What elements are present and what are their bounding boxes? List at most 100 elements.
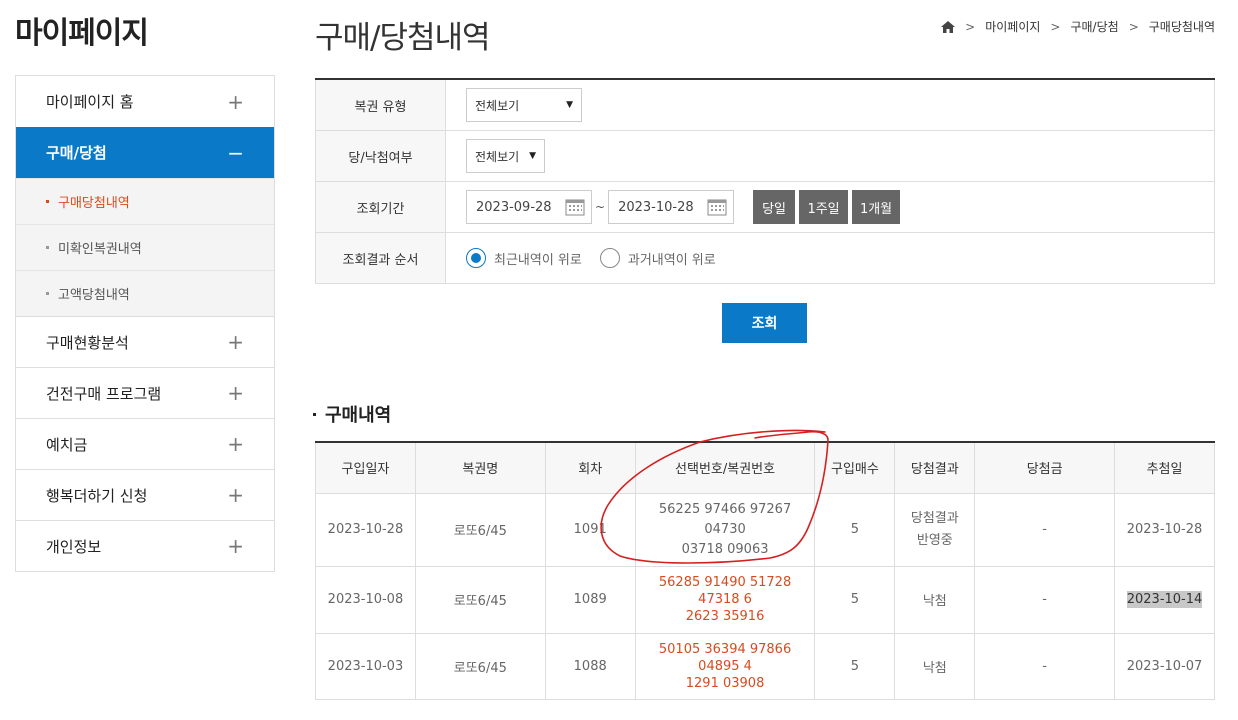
sidebar-item-healthy-program[interactable]: 건전구매 프로그램 + [16, 367, 274, 418]
sidebar-item-label: 개인정보 [46, 537, 102, 556]
numbers-line: 1291 03908 [685, 675, 765, 691]
sidebar-item-label: 구매/당첨 [46, 144, 107, 162]
date-separator: ~ [595, 200, 606, 214]
cell-numbers-link[interactable]: 50105 36394 97866 04895 4 1291 03908 [634, 632, 816, 700]
section-title: 구매내역 [313, 401, 391, 427]
cell-prize: - [974, 632, 1116, 700]
numbers-line: 2623 35916 [685, 609, 765, 624]
form-row-lottery-type: 복권 유형 전체보기 ▼ [315, 80, 1215, 131]
chevron-right-icon: > [1050, 19, 1061, 34]
result-line: 당첨결과 [910, 510, 959, 526]
search-button[interactable]: 조회 [722, 303, 807, 343]
minus-icon: − [227, 140, 244, 165]
plus-icon: + [227, 534, 244, 558]
sidebar-item-label: 구매현황분석 [46, 333, 129, 352]
form-label: 당/낙첨여부 [315, 131, 446, 181]
sidebar-item-personal-info[interactable]: 개인정보 + [16, 520, 274, 571]
table-row: 2023-10-03 로또6/45 1088 50105 36394 97866… [315, 632, 1215, 700]
sidebar-subitem-label: 미확인복권내역 [58, 242, 142, 257]
table-row: 2023-10-08 로또6/45 1089 56285 91490 51728… [315, 565, 1215, 634]
radio-label: 최근내역이 위로 [494, 252, 582, 268]
cell-quantity: 5 [814, 492, 896, 567]
result-line: 반영중 [916, 532, 953, 548]
results-table: 구입일자 복권명 회차 선택번호/복권번호 구입매수 당첨결과 당첨금 추첨일 … [315, 441, 1215, 700]
sidebar-menu: 마이페이지 홈 + 구매/당첨 − 구매당첨내역 미확인복권내역 고액당첨내역 … [15, 75, 275, 572]
column-header: 회차 [544, 442, 636, 494]
bullet-icon [46, 246, 49, 249]
column-header: 복권명 [414, 442, 546, 494]
cell-prize: - [974, 492, 1116, 567]
column-header: 구입일자 [315, 442, 416, 494]
cell-result: 낙첨 [894, 632, 976, 700]
order-recent-radio[interactable]: 최근내역이 위로 [466, 248, 582, 268]
page-title: 구매/당첨내역 [315, 20, 491, 56]
breadcrumb-item[interactable]: 구매/당첨 [1070, 18, 1118, 35]
caret-down-icon: ▼ [529, 151, 536, 161]
table-header-row: 구입일자 복권명 회차 선택번호/복권번호 구입매수 당첨결과 당첨금 추첨일 [315, 442, 1215, 494]
form-label: 조회기간 [315, 182, 446, 232]
end-date-field[interactable]: 2023-10-28 [608, 190, 735, 224]
plus-icon: + [227, 330, 244, 354]
cell-date: 2023-10-08 [315, 565, 416, 634]
column-header: 구입매수 [814, 442, 896, 494]
sidebar-item-purchase-win[interactable]: 구매/당첨 − [16, 127, 274, 178]
numbers-line: 56225 97466 97267 04730 [658, 501, 792, 537]
breadcrumb-item[interactable]: 구매당첨내역 [1149, 18, 1215, 35]
section-title-text: 구매내역 [325, 405, 392, 426]
numbers-line: 50105 36394 97866 04895 4 [658, 641, 792, 674]
sidebar-item-label: 건전구매 프로그램 [46, 384, 162, 403]
selected-text: 2023-10-14 [1126, 591, 1203, 608]
sidebar-item-happiness-plus[interactable]: 행복더하기 신청 + [16, 469, 274, 520]
form-label: 조회결과 순서 [315, 233, 446, 283]
chevron-right-icon: > [1128, 19, 1139, 34]
column-header: 당첨금 [974, 442, 1116, 494]
cell-lottery-name: 로또6/45 [414, 565, 546, 634]
numbers-line: 56285 91490 51728 47318 6 [658, 575, 792, 607]
cell-date: 2023-10-03 [315, 632, 416, 700]
column-header: 추첨일 [1114, 442, 1215, 494]
column-header: 당첨결과 [894, 442, 976, 494]
home-icon[interactable] [941, 20, 956, 33]
radio-label: 과거내역이 위로 [627, 252, 716, 268]
bullet-icon [313, 412, 316, 416]
cell-lottery-name: 로또6/45 [414, 492, 546, 567]
caret-down-icon: ▼ [566, 100, 573, 110]
radio-unselected-icon[interactable] [599, 248, 620, 268]
sidebar-item-purchase-analysis[interactable]: 구매현황분석 + [16, 316, 274, 367]
cell-quantity: 5 [814, 565, 896, 634]
cell-draw-date: 2023-10-28 [1114, 492, 1215, 567]
plus-icon: + [227, 381, 244, 405]
date-value: 2023-10-28 [618, 199, 694, 215]
calendar-icon[interactable] [565, 198, 585, 216]
sidebar-subitem-label: 고액당첨내역 [58, 288, 130, 303]
order-past-radio[interactable]: 과거내역이 위로 [599, 248, 716, 268]
sidebar-item-label: 마이페이지 홈 [46, 93, 134, 111]
select-value: 전체보기 [475, 149, 520, 164]
sidebar-subitem-high-prize[interactable]: 고액당첨내역 [16, 270, 274, 316]
select-value: 전체보기 [475, 98, 520, 113]
breadcrumb-item[interactable]: 마이페이지 [985, 18, 1040, 35]
plus-icon: + [227, 432, 244, 456]
sidebar-subitem-unconfirmed[interactable]: 미확인복권내역 [16, 224, 274, 270]
cell-date: 2023-10-28 [315, 492, 416, 567]
sidebar-subitem-purchase-history[interactable]: 구매당첨내역 [16, 178, 274, 224]
radio-selected-icon[interactable] [466, 248, 486, 268]
period-today-button[interactable]: 당일 [753, 190, 796, 224]
plus-icon: + [227, 483, 244, 507]
period-week-button[interactable]: 1주일 [799, 190, 849, 224]
sidebar-item-label: 행복더하기 신청 [46, 486, 148, 505]
calendar-icon[interactable] [707, 198, 727, 216]
cell-prize: - [974, 565, 1116, 634]
date-value: 2023-09-28 [476, 199, 552, 215]
bullet-icon [46, 292, 49, 295]
start-date-field[interactable]: 2023-09-28 [466, 190, 592, 224]
period-month-button[interactable]: 1개월 [852, 190, 901, 224]
sidebar-item-mypage-home[interactable]: 마이페이지 홈 + [16, 76, 274, 127]
cell-numbers-link[interactable]: 56285 91490 51728 47318 6 2623 35916 [634, 565, 816, 634]
cell-numbers: 56225 97466 97267 04730 03718 09063 [634, 492, 816, 567]
cell-draw-date: 2023-10-07 [1114, 632, 1215, 700]
lottery-type-select[interactable]: 전체보기 ▼ [466, 88, 582, 122]
cell-round: 1089 [544, 565, 636, 634]
win-status-select[interactable]: 전체보기 ▼ [466, 139, 545, 173]
sidebar-item-deposit[interactable]: 예치금 + [16, 418, 274, 469]
